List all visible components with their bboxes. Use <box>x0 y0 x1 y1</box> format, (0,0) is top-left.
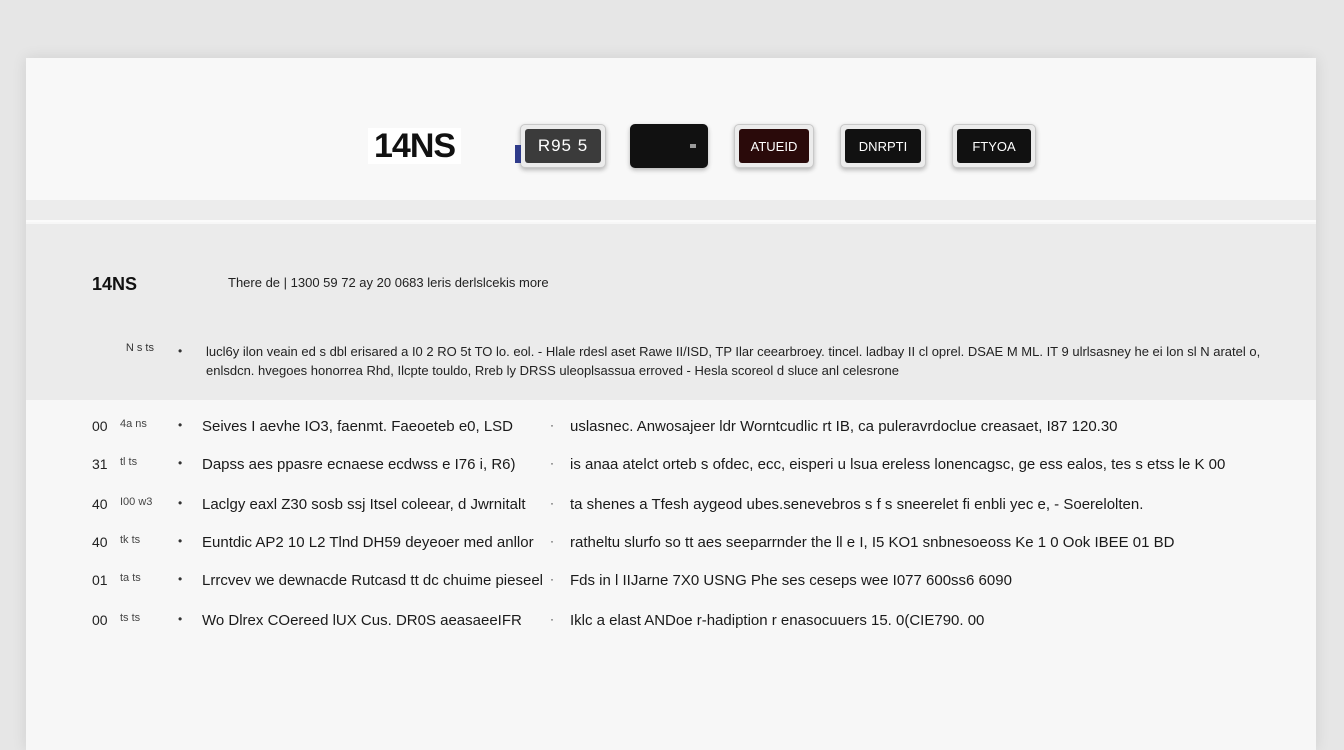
row-secondary: Iklc a elast ANDoe r-hadiption r enasocu… <box>570 612 985 629</box>
section-title: 14NS <box>92 274 138 294</box>
bullet-icon: · <box>550 496 554 510</box>
list-item[interactable]: 01 ta ts • Lrrcvev we dewnacde Rutcasd t… <box>26 572 1316 602</box>
row-number: 00 <box>92 418 108 434</box>
bullet-icon: • <box>178 534 183 548</box>
header: 14NS R95 5 ATUEID DNRPTI FTYOA <box>26 58 1316 200</box>
app-window: 14NS R95 5 ATUEID DNRPTI FTYOA 14NS Ther… <box>26 58 1316 750</box>
row-primary: Lrrcvev we dewnacde Rutcasd tt dc chuime… <box>202 572 542 589</box>
bullet-icon: • <box>178 456 183 470</box>
row-primary: Wo Dlrex COereed lUX Cus. DR0S aeasaeeIF… <box>202 612 522 629</box>
toolbar-button-2[interactable] <box>630 124 708 168</box>
toolbar-button-1-label: R95 5 <box>525 129 601 163</box>
row-secondary: Fds in l IIJarne 7X0 USNG Phe ses ceseps… <box>570 572 1012 589</box>
toolbar-button-5-label: FTYOA <box>957 129 1031 163</box>
row-primary: Dapss aes ppasre ecnaese ecdwss e I76 i,… <box>202 456 516 473</box>
row-tag: ta ts <box>120 572 141 584</box>
section-meta: There de | 1300 59 72 ay 20 0683 leris d… <box>228 275 549 290</box>
row-number: 40 <box>92 534 108 550</box>
row-number: 01 <box>92 572 108 588</box>
row-tag: I00 w3 <box>120 496 153 508</box>
summary-panel: 14NS There de | 1300 59 72 ay 20 0683 le… <box>26 224 1316 400</box>
bullet-icon: • <box>178 344 183 358</box>
bullet-icon: · <box>550 572 554 586</box>
bullet-icon: · <box>550 418 554 432</box>
bullet-icon: • <box>178 418 183 432</box>
header-divider <box>26 200 1316 222</box>
bullet-icon: • <box>178 496 183 510</box>
row-primary: Laclgy eaxl Z30 sosb ssj Itsel coleear, … <box>202 496 526 513</box>
note-label: N s ts <box>125 342 154 354</box>
list-item[interactable]: 00 4a ns • Seives I aevhe IO3, faenmt. F… <box>26 418 1316 448</box>
app-logo: 14NS <box>368 128 462 164</box>
toolbar-button-3[interactable]: ATUEID <box>734 124 814 168</box>
bullet-icon: · <box>550 612 554 626</box>
row-secondary: uslasnec. Anwosajeer ldr Worntcudlic rt … <box>570 418 1118 435</box>
row-number: 00 <box>92 612 108 628</box>
list-item[interactable]: 31 tl ts • Dapss aes ppasre ecnaese ecdw… <box>26 456 1316 486</box>
row-primary: Seives I aevhe IO3, faenmt. Faeoeteb e0,… <box>202 418 514 435</box>
list-item[interactable]: 40 tk ts • Euntdic AP2 10 L2 Tlnd DH59 d… <box>26 534 1316 564</box>
row-tag: tk ts <box>120 534 141 546</box>
row-secondary: ratheltu slurfo so tt aes seeparrnder th… <box>570 534 1175 551</box>
row-number: 31 <box>92 456 108 472</box>
list-item[interactable]: 00 ts ts • Wo Dlrex COereed lUX Cus. DR0… <box>26 612 1316 642</box>
row-number: 40 <box>92 496 108 512</box>
toolbar-button-4-label: DNRPTI <box>845 129 921 163</box>
row-primary: Euntdic AP2 10 L2 Tlnd DH59 deyeoer med … <box>202 534 534 551</box>
main-content: 14NS There de | 1300 59 72 ay 20 0683 le… <box>26 224 1316 750</box>
bullet-icon: • <box>178 572 183 586</box>
row-tag: ts ts <box>120 612 141 624</box>
bullet-icon: · <box>550 456 554 470</box>
toolbar-button-5[interactable]: FTYOA <box>952 124 1036 168</box>
note-text: lucl6y ilon veain ed s dbl erisared a I0… <box>206 344 1261 378</box>
indicator-icon <box>690 144 696 148</box>
row-tag: tl ts <box>120 456 138 468</box>
bullet-icon: • <box>178 612 183 626</box>
row-secondary: ta shenes a Tfesh aygeod ubes.senevebros… <box>570 496 1144 513</box>
toolbar-button-1[interactable]: R95 5 <box>515 124 606 168</box>
color-chip-icon <box>515 145 521 163</box>
bullet-icon: · <box>550 534 554 548</box>
toolbar-button-4[interactable]: DNRPTI <box>840 124 926 168</box>
list-item[interactable]: 40 I00 w3 • Laclgy eaxl Z30 sosb ssj Its… <box>26 496 1316 526</box>
toolbar-button-3-label: ATUEID <box>739 129 809 163</box>
row-tag: 4a ns <box>120 418 147 430</box>
row-secondary: is anaa atelct orteb s ofdec, ecc, eispe… <box>570 456 1226 473</box>
